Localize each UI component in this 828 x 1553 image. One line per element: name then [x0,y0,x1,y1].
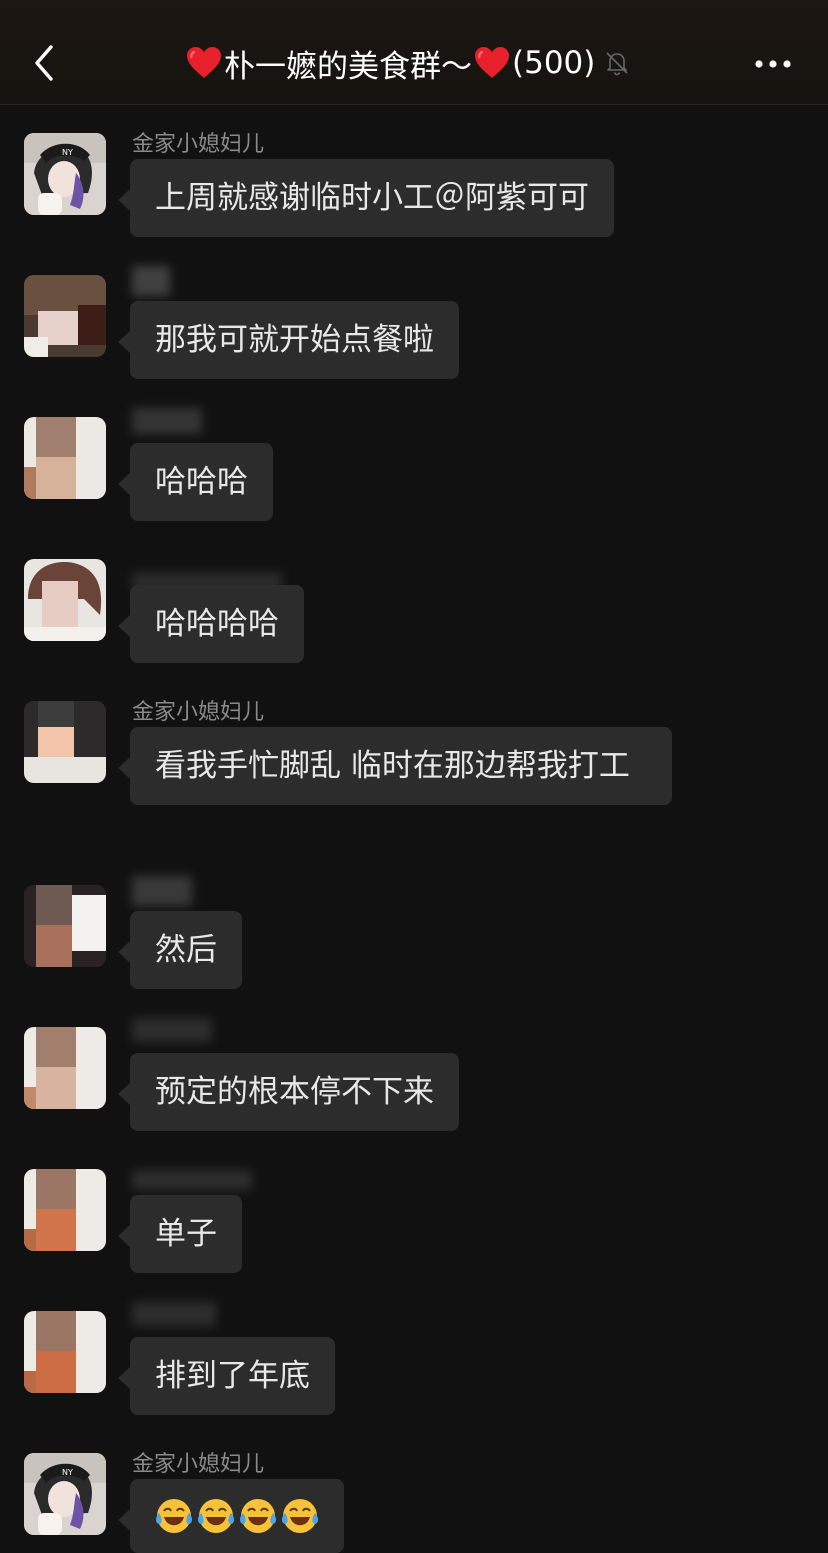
avatar-blurred [24,1027,106,1109]
message-bubble[interactable] [118,1479,344,1553]
avatar-blurred [24,275,106,357]
message-bubble[interactable]: 看我手忙脚乱 临时在那边帮我打工 [118,727,672,805]
avatar[interactable] [24,559,106,641]
back-button[interactable] [24,38,64,88]
sender-name: 金家小媳妇儿 [132,1452,265,1477]
blurred-name [132,408,202,434]
bell-off-icon [606,52,628,76]
heart-icon [475,47,509,78]
member-count: (500) [512,45,596,81]
chevron-left-icon [35,45,53,81]
avatar[interactable] [24,885,106,967]
avatar[interactable] [24,1027,106,1109]
message-bubble[interactable]: 哈哈哈哈 [118,585,304,663]
emoji-row [155,1497,319,1535]
avatar[interactable]: NY [24,1453,106,1535]
more-icon [755,60,791,68]
sender-name [132,266,170,302]
avatar-blurred [24,701,106,783]
blurred-name [132,266,170,296]
message-bubble[interactable]: 预定的根本停不下来 [118,1053,459,1131]
sender-name [132,876,192,912]
sender-name [132,1170,252,1196]
blurred-name [132,876,192,906]
avatar-blurred [24,885,106,967]
group-name: 朴一嬷的美食群～ [224,48,472,85]
avatar[interactable] [24,701,106,783]
avatar-blurred [24,417,106,499]
svg-text:NY: NY [62,148,73,157]
blurred-name [132,1018,212,1042]
avatar[interactable] [24,1169,106,1251]
sender-name [132,1302,216,1332]
message-bubble[interactable]: 上周就感谢临时小工＠阿紫可可 [118,159,614,237]
message-bubble[interactable]: 排到了年底 [118,1337,335,1415]
sender-name [132,1018,212,1048]
avatar-blurred [24,559,106,641]
message-bubble[interactable]: 单子 [118,1195,242,1273]
laugh-cry-emoji [282,1499,318,1533]
message-bubble[interactable]: 哈哈哈 [118,443,273,521]
sender-name [132,408,202,440]
svg-text:NY: NY [62,1468,73,1477]
avatar-girl-cap: NY [24,1453,106,1535]
laugh-cry-emoji [156,1499,192,1533]
avatar[interactable]: NY [24,133,106,215]
more-button[interactable] [748,44,798,84]
avatar[interactable] [24,1311,106,1393]
avatar[interactable] [24,417,106,499]
blurred-name [132,1170,252,1190]
avatar-blurred [24,1169,106,1251]
avatar-blurred [24,1311,106,1393]
message-bubble[interactable]: 然后 [118,911,242,989]
sender-name: 金家小媳妇儿 [132,132,265,157]
laugh-cry-emoji [240,1499,276,1533]
avatar-girl-cap: NY [24,133,106,215]
message-bubble[interactable]: 那我可就开始点餐啦 [118,301,459,379]
chat-header: 朴一嬷的美食群～ (500) [0,0,828,105]
heart-icon [187,47,221,78]
laugh-cry-emoji [198,1499,234,1533]
avatar[interactable] [24,275,106,357]
blurred-name [132,1302,216,1326]
sender-name: 金家小媳妇儿 [132,700,265,725]
chat-title: 朴一嬷的美食群～ (500) [186,40,631,86]
